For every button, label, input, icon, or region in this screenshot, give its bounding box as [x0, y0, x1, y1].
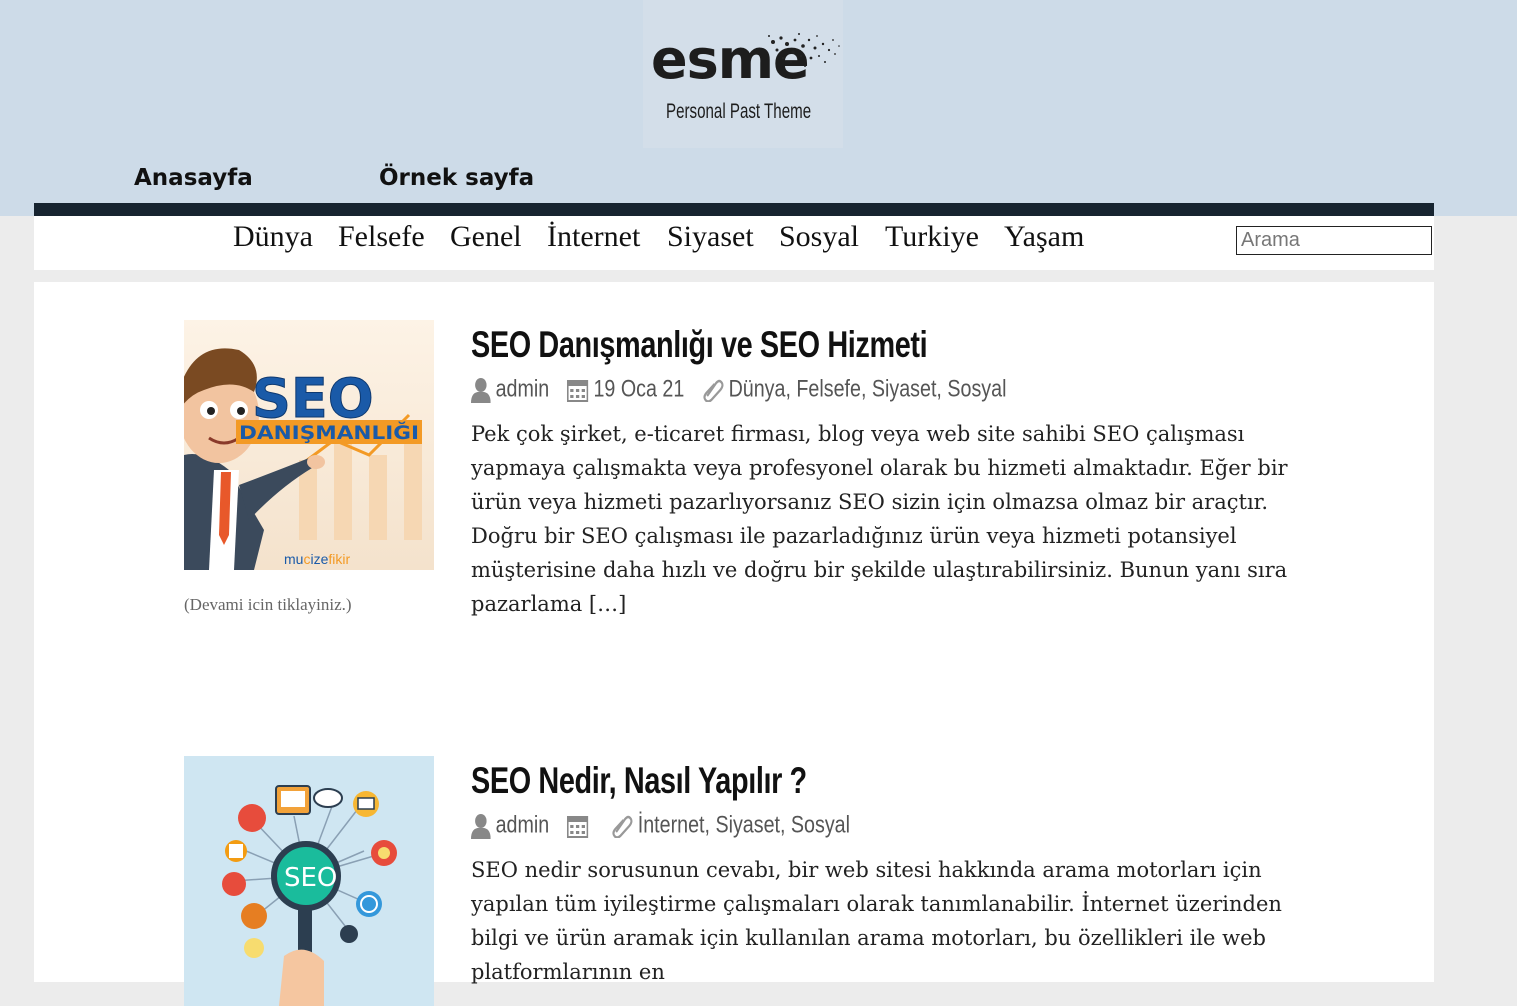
- paperclip-icon: [703, 379, 724, 402]
- seo-consulting-illustration: SEO DANIŞMANLIĞI mucizefikir: [184, 320, 434, 570]
- category-siyaset[interactable]: Siyaset: [667, 220, 754, 254]
- category-nav: Dünya Felsefe Genel İnternet Siyaset Sos…: [34, 216, 1434, 270]
- top-nav-anasayfa[interactable]: Anasayfa: [134, 165, 253, 191]
- thumb-brand: mucizefikir: [284, 551, 350, 567]
- post-category[interactable]: Sosyal: [947, 376, 1006, 403]
- read-more-link[interactable]: (Devami icin tiklayiniz.): [184, 595, 352, 615]
- post-title[interactable]: SEO Danışmanlığı ve SEO Hizmeti: [471, 324, 928, 366]
- post-thumbnail[interactable]: SEO: [184, 756, 434, 1006]
- post-category[interactable]: Sosyal: [791, 812, 850, 839]
- site-logo[interactable]: esme Personal Past Theme: [643, 0, 843, 148]
- post-title[interactable]: SEO Nedir, Nasıl Yapılır ?: [471, 760, 807, 802]
- logo-dots-icon: [768, 33, 840, 67]
- post-date: 19 Oca 21: [593, 375, 685, 403]
- category-internet[interactable]: İnternet: [547, 220, 640, 254]
- post-category[interactable]: İnternet: [638, 812, 705, 839]
- calendar-icon: [567, 815, 589, 838]
- top-nav-ornek-sayfa[interactable]: Örnek sayfa: [379, 165, 534, 191]
- post-category[interactable]: Siyaset: [715, 812, 780, 839]
- post-meta: admin İnternet, Siyaset, Sosyal: [471, 811, 850, 841]
- post-list: SEO DANIŞMANLIĞI mucizefikir SEO Danışma…: [34, 282, 1434, 1006]
- author-icon: [471, 813, 491, 839]
- thumb-subline: DANIŞMANLIĞI: [239, 420, 419, 444]
- seo-network-illustration: SEO: [184, 756, 434, 1006]
- post-excerpt: SEO nedir sorusunun cevabı, bir web site…: [471, 858, 1282, 984]
- logo-tagline: Personal Past Theme: [666, 100, 812, 123]
- category-felsefe[interactable]: Felsefe: [338, 220, 425, 254]
- search-input[interactable]: [1236, 226, 1432, 255]
- post-author[interactable]: admin: [496, 812, 550, 839]
- post-thumbnail[interactable]: SEO DANIŞMANLIĞI mucizefikir: [184, 320, 434, 570]
- category-sosyal[interactable]: Sosyal: [779, 220, 859, 254]
- paperclip-icon: [612, 815, 633, 838]
- post-category[interactable]: Felsefe: [796, 376, 861, 403]
- nav-divider-bar: [34, 203, 1434, 216]
- post-category[interactable]: Siyaset: [872, 376, 937, 403]
- post-excerpt: Pek çok şirket, e-ticaret firması, blog …: [471, 422, 1288, 616]
- post-category[interactable]: Dünya: [729, 376, 786, 403]
- calendar-icon: [567, 379, 589, 402]
- category-dunya[interactable]: Dünya: [233, 220, 313, 254]
- post-author[interactable]: admin: [496, 376, 550, 403]
- category-genel[interactable]: Genel: [450, 220, 522, 254]
- category-turkiye[interactable]: Turkiye: [885, 220, 979, 254]
- thumb-headline: SEO: [284, 863, 337, 893]
- post-meta: admin 19 Oca 21 Dünya, Felsefe, Siyaset,…: [471, 375, 1006, 405]
- category-yasam[interactable]: Yaşam: [1004, 220, 1084, 254]
- author-icon: [471, 377, 491, 403]
